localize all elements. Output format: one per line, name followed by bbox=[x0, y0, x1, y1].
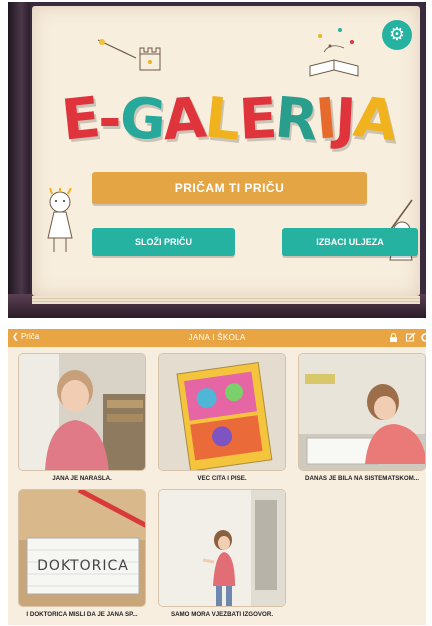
gallery-tile[interactable]: JANA JE NARASLA. bbox=[18, 353, 146, 482]
edit-icon[interactable] bbox=[405, 332, 416, 343]
remove-intruder-button[interactable]: IZBACI ULJEZA bbox=[282, 228, 418, 256]
child-doodle-icon bbox=[47, 188, 73, 252]
page-edges bbox=[32, 296, 420, 304]
story-title: JANA I ŠKOLA bbox=[188, 333, 246, 342]
tile-caption: VEĆ ČITA I PIŠE. bbox=[197, 475, 247, 482]
menu-screenshot: ⚙ E-GALERIJA PRIČAM TI PRIČU SLOŽI PRIČU… bbox=[8, 2, 426, 318]
gallery-tile[interactable]: DANAS JE BILA NA SISTEMATSKOM... bbox=[298, 353, 426, 482]
tile-photo: DOKTORICA bbox=[18, 489, 146, 607]
app-logo: E-GALERIJA bbox=[58, 84, 399, 155]
settings-icon[interactable] bbox=[420, 332, 426, 343]
castle-doodle-icon bbox=[97, 39, 161, 71]
tile-photo bbox=[298, 353, 426, 471]
tile-caption: DANAS JE BILA NA SISTEMATSKOM... bbox=[305, 475, 419, 482]
menu-page: ⚙ E-GALERIJA PRIČAM TI PRIČU SLOŽI PRIČU… bbox=[32, 6, 420, 304]
settings-gear-icon[interactable]: ⚙ bbox=[382, 20, 412, 50]
gallery-screenshot: ❮ Priča JANA I ŠKOLA JANA JE NARASLA. VE… bbox=[8, 329, 426, 625]
tile-caption: I DOKTORICA MISLI DA JE JANA SP... bbox=[26, 611, 138, 618]
navigation-bar: ❮ Priča JANA I ŠKOLA bbox=[8, 329, 426, 347]
compose-story-button[interactable]: SLOŽI PRIČU bbox=[92, 228, 235, 256]
svg-text:DOKTORICA: DOKTORICA bbox=[37, 558, 129, 574]
tile-caption: JANA JE NARASLA. bbox=[52, 475, 112, 482]
gallery-tile[interactable]: VEĆ ČITA I PIŠE. bbox=[158, 353, 286, 482]
open-book-doodle-icon bbox=[309, 28, 359, 77]
book-spine bbox=[8, 2, 30, 318]
lock-icon[interactable] bbox=[388, 332, 399, 343]
tile-photo bbox=[158, 353, 286, 471]
tile-photo bbox=[158, 489, 286, 607]
tell-story-button[interactable]: PRIČAM TI PRIČU bbox=[92, 172, 367, 204]
tile-caption: SAMO MORA VJEŽBATI IZGOVOR. bbox=[170, 611, 274, 618]
gallery-tile[interactable]: SAMO MORA VJEŽBATI IZGOVOR. bbox=[158, 489, 286, 618]
tile-photo bbox=[18, 353, 146, 471]
gallery-tile[interactable]: DOKTORICA I DOKTORICA MISLI DA JE JANA S… bbox=[18, 489, 146, 618]
